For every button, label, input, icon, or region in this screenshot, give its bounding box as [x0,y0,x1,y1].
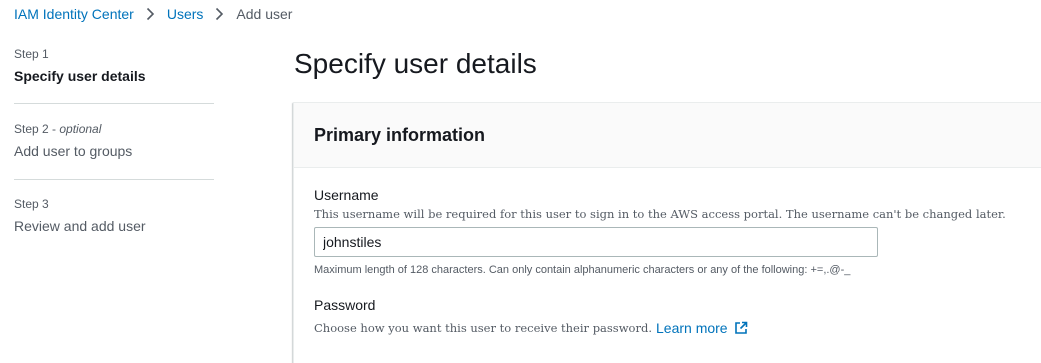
external-link-icon [734,321,748,335]
step-3-number: Step 3 [14,197,49,211]
wizard-step-1[interactable]: Step 1 Specify user details [14,47,146,85]
panel-title: Primary information [314,125,486,145]
password-description: Choose how you want this user to receive… [314,321,652,335]
step-divider [14,179,214,180]
password-description-row: Choose how you want this user to receive… [314,320,748,336]
learn-more-label: Learn more [656,320,728,336]
panel-header: Primary information [294,103,1041,168]
step-1-title: Specify user details [14,68,146,84]
learn-more-link[interactable]: Learn more [656,320,748,336]
username-label: Username [314,187,379,203]
page-title: Specify user details [294,48,537,79]
wizard-step-3[interactable]: Step 3 Review and add user [14,197,146,235]
breadcrumb-add-user: Add user [236,6,293,22]
step-divider [14,103,214,104]
chevron-right-icon [215,7,224,21]
step-2-number: Step 2 - optional [14,122,102,136]
password-label: Password [314,297,376,313]
chevron-right-icon [146,7,155,21]
step-2-title: Add user to groups [14,143,133,159]
username-description: This username will be required for this … [314,207,1006,221]
step-2-optional: optional [59,122,102,136]
wizard-step-2[interactable]: Step 2 - optional Add user to groups [14,122,132,160]
primary-information-panel: Primary information Username This userna… [293,102,1041,363]
breadcrumb-users[interactable]: Users [167,6,204,22]
step-3-title: Review and add user [14,218,146,234]
username-constraint: Maximum length of 128 characters. Can on… [314,264,851,276]
username-input[interactable] [314,227,878,257]
breadcrumb: IAM Identity Center Users Add user [14,6,292,22]
step-1-number: Step 1 [14,47,49,61]
breadcrumb-iam-identity-center[interactable]: IAM Identity Center [14,6,134,22]
